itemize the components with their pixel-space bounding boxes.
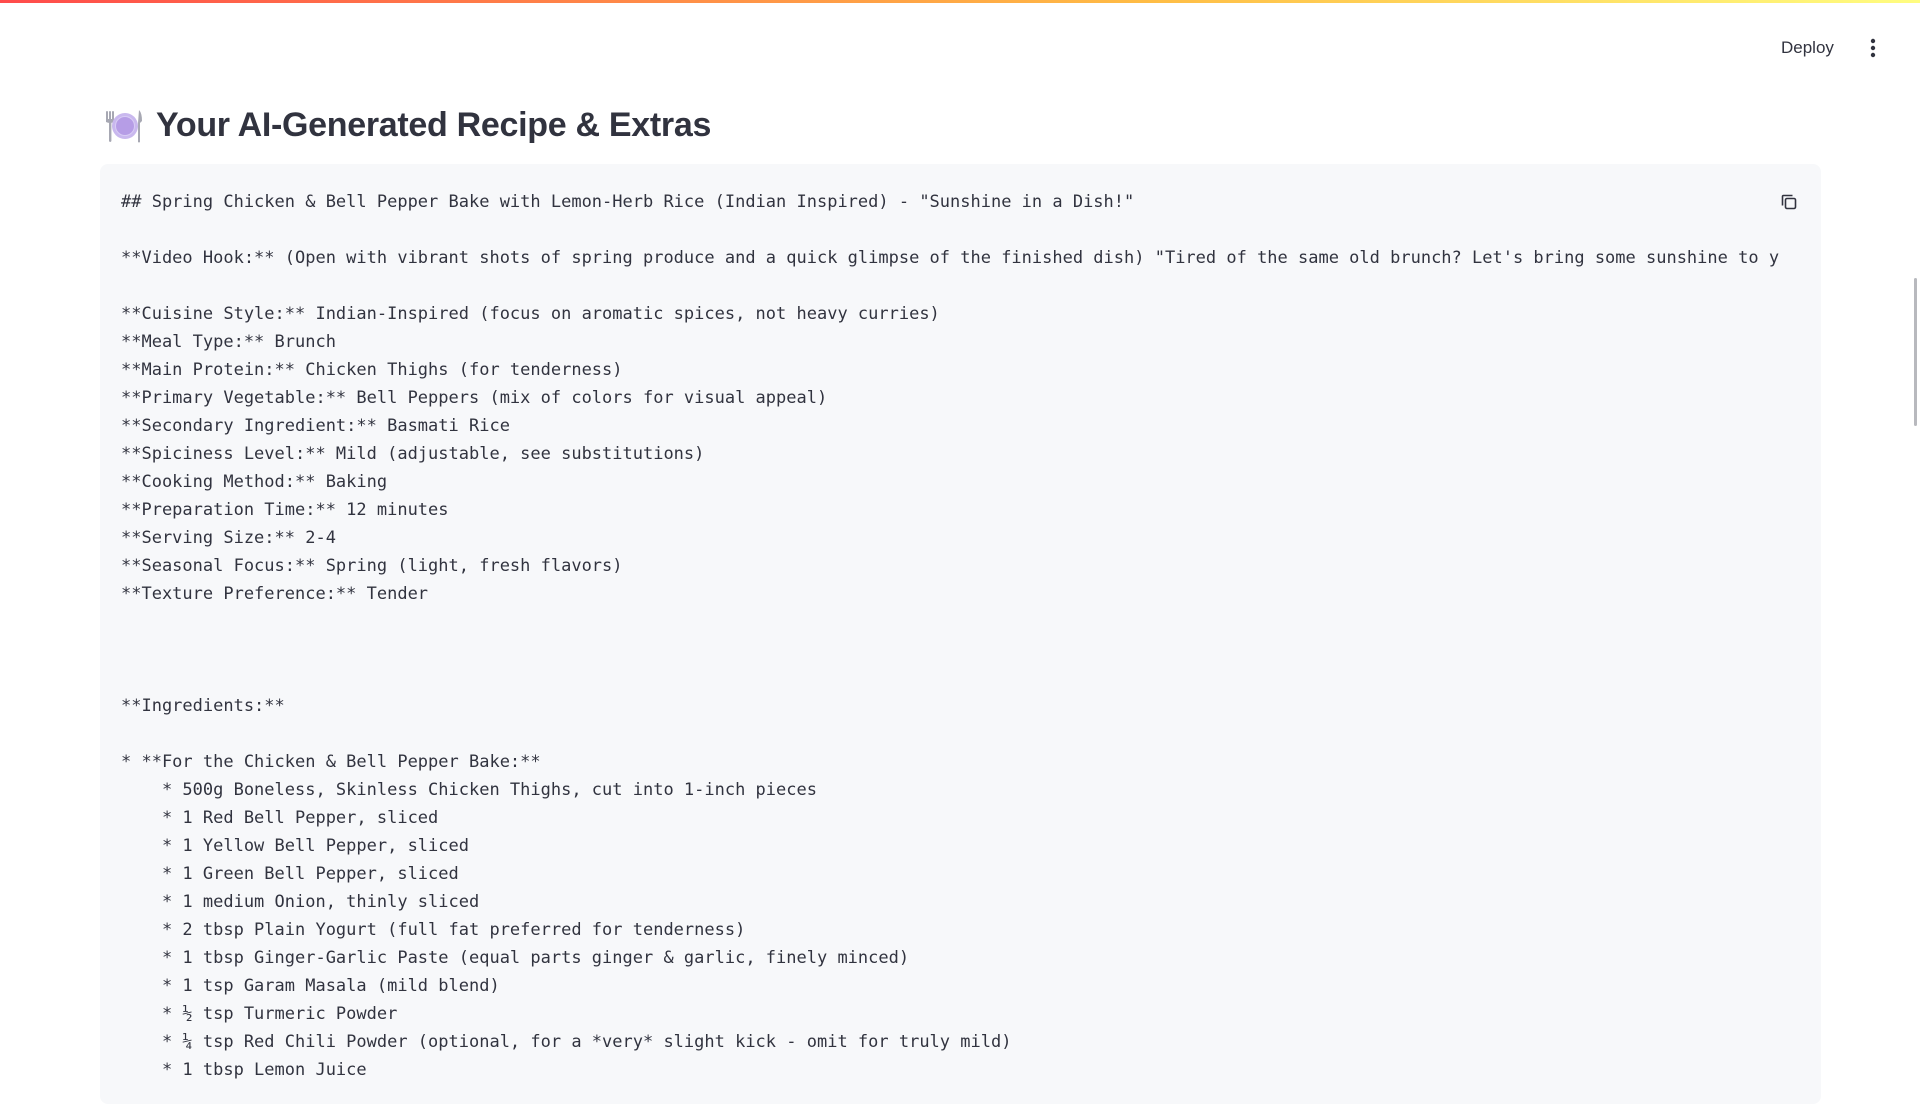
page-scrollbar[interactable] [1914,278,1917,426]
code-line: * 1 tbsp Ginger-Garlic Paste (equal part… [121,948,910,968]
page-title-text: Your AI-Generated Recipe & Extras [156,105,712,144]
code-line: **Primary Vegetable:** Bell Peppers (mix… [121,388,828,408]
code-line: * 1 Yellow Bell Pepper, sliced [121,836,469,856]
copy-icon [1781,194,1797,210]
code-line: * 1 Red Bell Pepper, sliced [121,808,439,828]
code-line: * 500g Boneless, Skinless Chicken Thighs… [121,780,817,800]
deploy-button[interactable]: Deploy [1769,31,1846,65]
code-line: * 2 tbsp Plain Yogurt (full fat preferre… [121,920,746,940]
code-line: * 1 medium Onion, thinly sliced [121,892,480,912]
code-line: * ¼ tsp Red Chili Powder (optional, for … [121,1032,1012,1052]
code-line: * ½ tsp Turmeric Powder [121,1004,398,1024]
code-line: **Serving Size:** 2-4 [121,528,336,548]
code-line: **Main Protein:** Chicken Thighs (for te… [121,360,623,380]
main-menu-button[interactable] [1858,33,1888,63]
code-line: ## Spring Chicken & Bell Pepper Bake wit… [121,192,1135,212]
copy-button[interactable] [1773,186,1805,218]
app-header: Deploy [0,3,1920,87]
code-line: **Cuisine Style:** Indian-Inspired (focu… [121,304,940,324]
recipe-code-block: ## Spring Chicken & Bell Pepper Bake wit… [100,164,1821,1104]
code-line: **Meal Type:** Brunch [121,332,336,352]
page-title: Your AI-Generated Recipe & Extras [104,100,711,150]
vertical-dots-icon [1870,38,1876,58]
code-line: * 1 tsp Garam Masala (mild blend) [121,976,500,996]
code-line: * **For the Chicken & Bell Pepper Bake:*… [121,752,541,772]
code-line: **Ingredients:** [121,696,285,716]
code-line: **Texture Preference:** Tender [121,584,429,604]
code-content: ## Spring Chicken & Bell Pepper Bake wit… [121,188,1779,1084]
plate-with-cutlery-icon [106,110,142,143]
code-line: **Video Hook:** (Open with vibrant shots… [121,248,1780,268]
code-line: * 1 Green Bell Pepper, sliced [121,864,459,884]
code-line: **Secondary Ingredient:** Basmati Rice [121,416,510,436]
code-line: **Cooking Method:** Baking [121,472,388,492]
code-line: **Seasonal Focus:** Spring (light, fresh… [121,556,623,576]
code-line: **Spiciness Level:** Mild (adjustable, s… [121,444,705,464]
code-line: **Preparation Time:** 12 minutes [121,500,449,520]
